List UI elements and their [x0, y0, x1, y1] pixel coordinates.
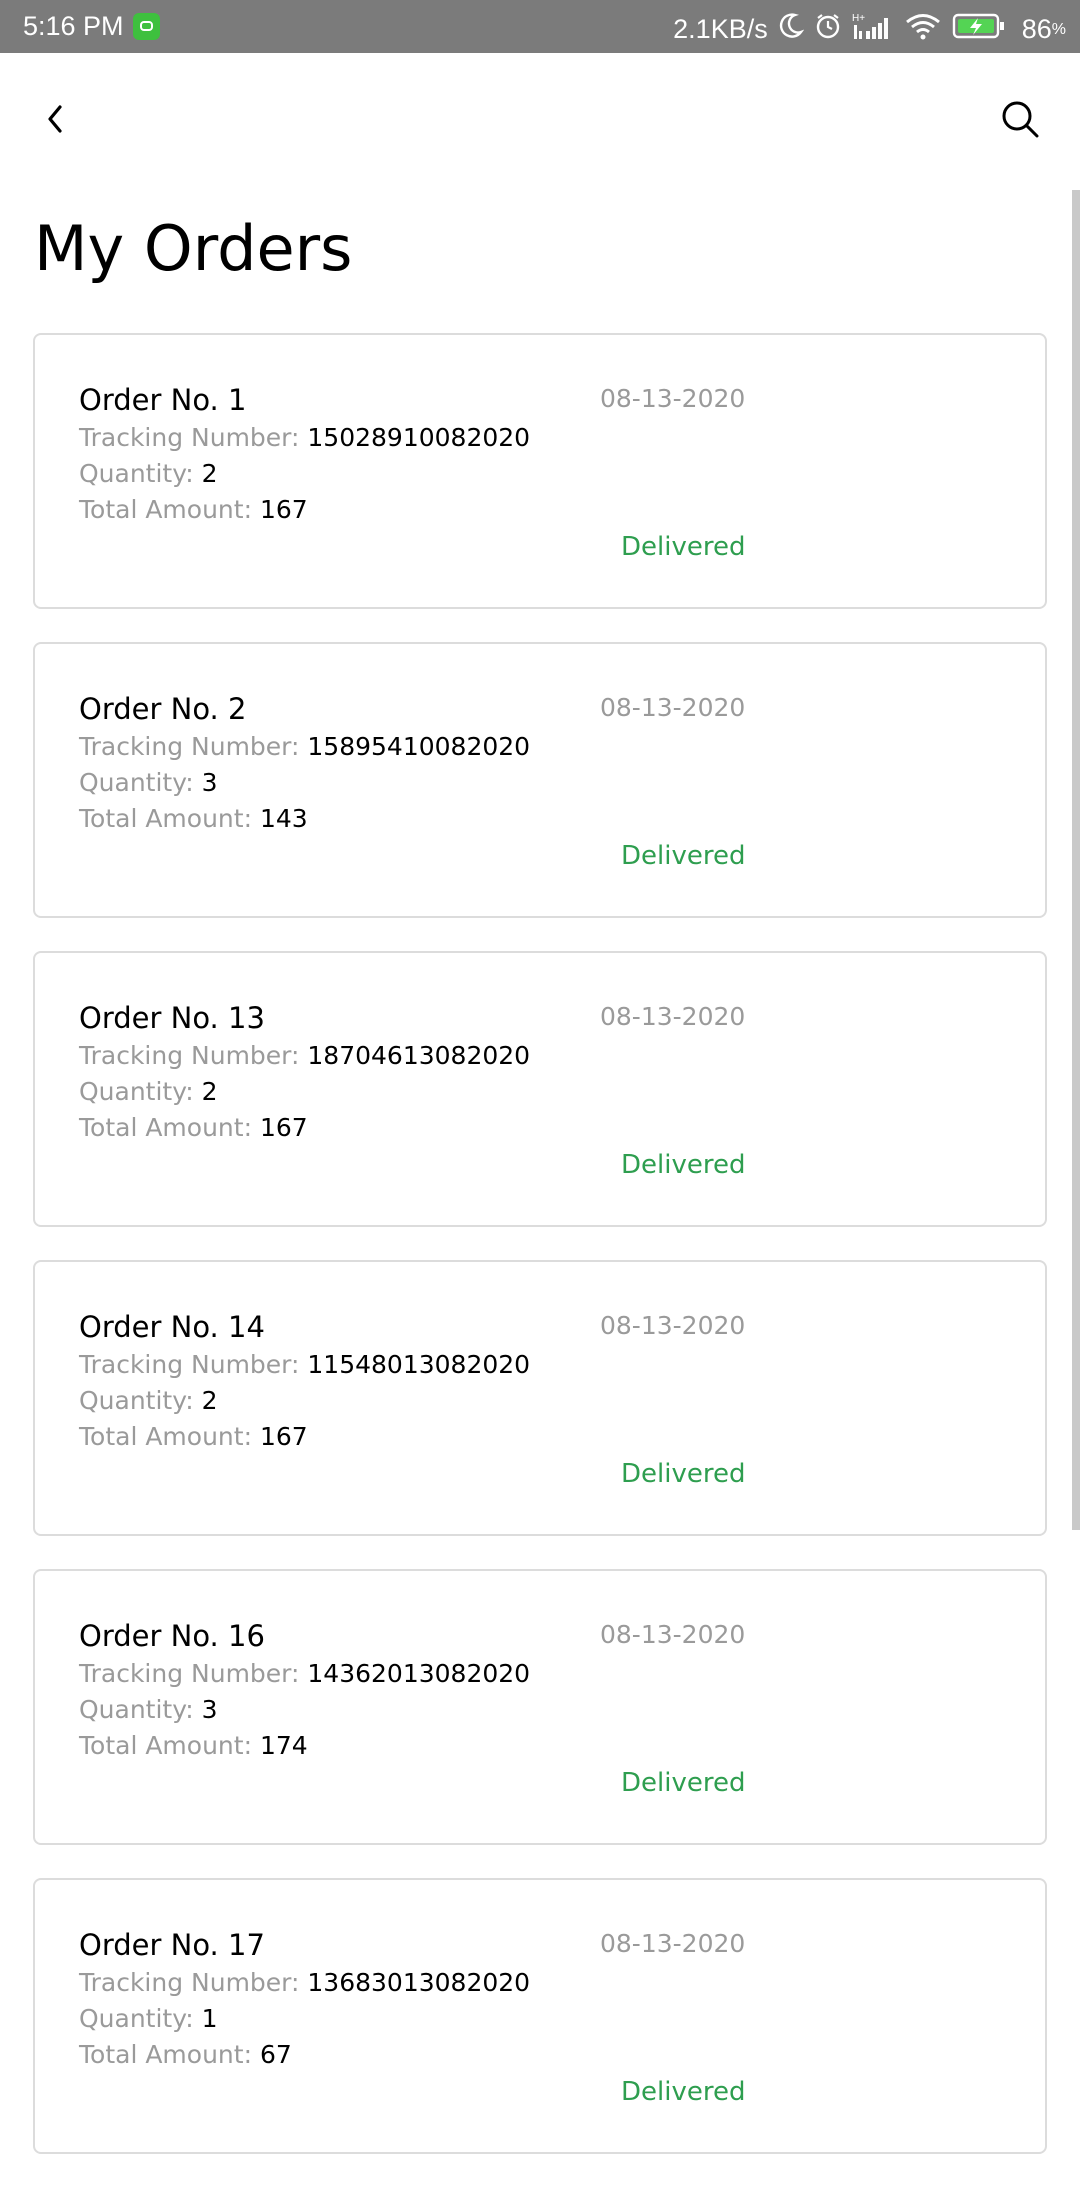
total-value: 167 [259, 1113, 308, 1142]
total-label: Total Amount: [79, 804, 252, 833]
order-date: 08-13-2020 [600, 384, 746, 413]
alarm-icon [814, 12, 842, 47]
order-card[interactable]: Order No. 1 08-13-2020 Tracking Number: … [33, 333, 1047, 609]
tracking-row: Tracking Number: 18704613082020 [79, 1041, 530, 1070]
quantity-value: 2 [201, 459, 218, 488]
tracking-label: Tracking Number: [79, 1968, 300, 1997]
tracking-row: Tracking Number: 14362013082020 [79, 1659, 530, 1688]
status-bar: 5:16 PM 2.1KB/s H+ 86 % [0, 0, 1080, 53]
tracking-label: Tracking Number: [79, 1350, 300, 1379]
quantity-label: Quantity: [79, 768, 194, 797]
tracking-number: 18704613082020 [307, 1041, 531, 1070]
quantity-row: Quantity: 3 [79, 1695, 218, 1724]
tracking-number: 13683013082020 [307, 1968, 531, 1997]
total-row: Total Amount: 143 [79, 804, 308, 833]
network-type-label: H+ [852, 13, 865, 24]
chevron-left-icon [48, 105, 62, 133]
total-label: Total Amount: [79, 2040, 252, 2069]
quantity-value: 2 [201, 1077, 218, 1106]
moon-icon [778, 12, 804, 47]
signal-icon: H+ [852, 11, 894, 48]
order-date: 08-13-2020 [600, 1620, 746, 1649]
quantity-label: Quantity: [79, 1386, 194, 1415]
quantity-label: Quantity: [79, 1077, 194, 1106]
status-right-cluster: 2.1KB/s H+ 86 % [673, 11, 1066, 48]
order-title: Order No. 16 [79, 1619, 265, 1653]
total-label: Total Amount: [79, 1422, 252, 1451]
quantity-row: Quantity: 2 [79, 1077, 218, 1106]
quantity-row: Quantity: 1 [79, 2004, 218, 2033]
total-value: 167 [259, 1422, 308, 1451]
status-time: 5:16 PM [23, 11, 124, 41]
quantity-value: 2 [201, 1386, 218, 1415]
battery-percent-sign: % [1051, 20, 1066, 38]
quantity-row: Quantity: 3 [79, 768, 218, 797]
quantity-value: 1 [201, 2004, 218, 2033]
total-row: Total Amount: 67 [79, 2040, 292, 2069]
order-status: Delivered [621, 2077, 746, 2107]
total-value: 67 [259, 2040, 292, 2069]
total-row: Total Amount: 167 [79, 1422, 308, 1451]
order-status: Delivered [621, 1150, 746, 1180]
tracking-row: Tracking Number: 13683013082020 [79, 1968, 530, 1997]
order-card[interactable]: Order No. 14 08-13-2020 Tracking Number:… [33, 1260, 1047, 1536]
total-row: Total Amount: 167 [79, 1113, 308, 1142]
total-label: Total Amount: [79, 1113, 252, 1142]
tracking-number: 15028910082020 [307, 423, 531, 452]
quantity-label: Quantity: [79, 2004, 194, 2033]
order-card[interactable]: Order No. 16 08-13-2020 Tracking Number:… [33, 1569, 1047, 1845]
quantity-label: Quantity: [79, 1695, 194, 1724]
total-row: Total Amount: 167 [79, 495, 308, 524]
scrollbar[interactable] [1072, 190, 1080, 1530]
total-value: 174 [259, 1731, 308, 1760]
order-title: Order No. 2 [79, 692, 247, 726]
tracking-number: 14362013082020 [307, 1659, 531, 1688]
total-label: Total Amount: [79, 1731, 252, 1760]
order-status: Delivered [621, 532, 746, 562]
quantity-row: Quantity: 2 [79, 1386, 218, 1415]
order-status: Delivered [621, 1768, 746, 1798]
tracking-row: Tracking Number: 15028910082020 [79, 423, 530, 452]
order-list: Order No. 1 08-13-2020 Tracking Number: … [33, 333, 1047, 2187]
back-button[interactable] [38, 99, 74, 139]
quantity-value: 3 [201, 1695, 218, 1724]
tracking-label: Tracking Number: [79, 423, 300, 452]
tracking-label: Tracking Number: [79, 1659, 300, 1688]
order-title: Order No. 17 [79, 1928, 265, 1962]
tracking-number: 15895410082020 [307, 732, 531, 761]
order-date: 08-13-2020 [600, 1002, 746, 1031]
tracking-row: Tracking Number: 15895410082020 [79, 732, 530, 761]
tracking-row: Tracking Number: 11548013082020 [79, 1350, 530, 1379]
tracking-number: 11548013082020 [307, 1350, 531, 1379]
order-status: Delivered [621, 841, 746, 871]
order-date: 08-13-2020 [600, 1929, 746, 1958]
total-row: Total Amount: 174 [79, 1731, 308, 1760]
order-card[interactable]: Order No. 2 08-13-2020 Tracking Number: … [33, 642, 1047, 918]
total-value: 167 [259, 495, 308, 524]
quantity-value: 3 [201, 768, 218, 797]
total-label: Total Amount: [79, 495, 252, 524]
tracking-label: Tracking Number: [79, 732, 300, 761]
wifi-icon [904, 12, 942, 47]
top-app-bar [0, 53, 1080, 188]
total-value: 143 [259, 804, 308, 833]
battery-percent: 86 [1021, 14, 1052, 44]
order-title: Order No. 14 [79, 1310, 265, 1344]
order-card[interactable]: Order No. 13 08-13-2020 Tracking Number:… [33, 951, 1047, 1227]
app-notification-icon [133, 13, 160, 40]
order-date: 08-13-2020 [600, 1311, 746, 1340]
battery-charging-icon [952, 12, 1006, 47]
order-title: Order No. 1 [79, 383, 247, 417]
search-button[interactable] [1000, 99, 1040, 139]
search-icon [1002, 101, 1039, 138]
net-speed: 2.1KB/s [673, 14, 768, 44]
order-date: 08-13-2020 [600, 693, 746, 722]
tracking-label: Tracking Number: [79, 1041, 300, 1070]
page-title: My Orders [34, 212, 353, 285]
quantity-label: Quantity: [79, 459, 194, 488]
order-status: Delivered [621, 1459, 746, 1489]
order-title: Order No. 13 [79, 1001, 265, 1035]
order-card[interactable]: Order No. 17 08-13-2020 Tracking Number:… [33, 1878, 1047, 2154]
quantity-row: Quantity: 2 [79, 459, 218, 488]
